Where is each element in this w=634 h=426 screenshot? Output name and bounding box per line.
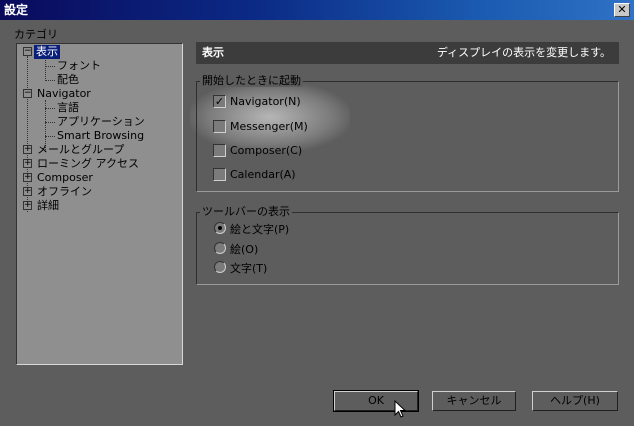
expand-icon[interactable]: + — [23, 201, 32, 210]
tree-item-applications[interactable]: アプリケーション — [57, 115, 145, 129]
composer-label[interactable]: Composer(C) — [230, 144, 302, 157]
window-title: 設定 — [4, 3, 29, 17]
category-label: カテゴリ — [14, 28, 58, 41]
tree-item-fonts[interactable]: フォント — [57, 59, 101, 73]
pictures-only-radio[interactable] — [214, 242, 226, 254]
mouse-cursor-icon — [394, 400, 406, 418]
calendar-label[interactable]: Calendar(A) — [230, 168, 296, 181]
pictures-only-label[interactable]: 絵(O) — [230, 241, 258, 257]
expand-icon[interactable]: + — [23, 159, 32, 168]
pictures-and-text-radio[interactable] — [214, 222, 226, 234]
tree-item-composer[interactable]: Composer — [37, 171, 93, 185]
tree-item-smart-browsing[interactable]: Smart Browsing — [57, 129, 144, 143]
expand-icon[interactable]: + — [23, 187, 32, 196]
navigator-checkbox[interactable]: ✓ — [213, 95, 226, 108]
calendar-checkbox[interactable] — [213, 168, 226, 181]
messenger-checkbox[interactable] — [213, 120, 226, 133]
tree-item-languages[interactable]: 言語 — [57, 101, 79, 115]
tree-item-mail-groups[interactable]: メールとグループ — [37, 143, 124, 157]
text-only-label[interactable]: 文字(T) — [230, 260, 267, 276]
cancel-button[interactable]: キャンセル — [432, 391, 516, 411]
navigator-label[interactable]: Navigator(N) — [230, 95, 301, 108]
tree-item-advanced[interactable]: 詳細 — [37, 199, 59, 213]
close-button[interactable]: ✕ — [614, 3, 630, 17]
toolbar-group-legend: ツールバーの表示 — [200, 205, 292, 218]
panel-header: 表示 ディスプレイの表示を変更します。 — [196, 42, 619, 64]
text-only-radio[interactable] — [214, 261, 226, 273]
panel-title: 表示 — [202, 46, 224, 59]
expand-icon[interactable]: + — [23, 173, 32, 182]
tree-item-display[interactable]: 表示 — [34, 45, 60, 59]
tree-item-roaming-access[interactable]: ローミング アクセス — [37, 157, 139, 171]
help-button[interactable]: ヘルプ(H) — [532, 391, 618, 411]
messenger-label[interactable]: Messenger(M) — [230, 120, 308, 133]
close-icon: ✕ — [617, 3, 627, 16]
title-bar: 設定 ✕ — [0, 0, 634, 20]
tree-item-navigator[interactable]: Navigator — [37, 87, 91, 101]
pictures-and-text-label[interactable]: 絵と文字(P) — [230, 221, 289, 237]
expand-icon[interactable]: + — [23, 145, 32, 154]
check-icon: ✓ — [214, 95, 225, 108]
panel-description: ディスプレイの表示を変更します。 — [436, 46, 611, 59]
composer-checkbox[interactable] — [213, 144, 226, 157]
startup-group-legend: 開始したときに起動 — [200, 74, 303, 87]
collapse-icon[interactable]: − — [23, 47, 32, 56]
collapse-icon[interactable]: − — [23, 89, 32, 98]
tree-item-colors[interactable]: 配色 — [57, 73, 79, 87]
category-tree[interactable]: − 表示 フォント 配色 − Navigator 言語 アプリケーション Sma… — [16, 43, 183, 365]
tree-item-offline[interactable]: オフライン — [37, 185, 92, 199]
